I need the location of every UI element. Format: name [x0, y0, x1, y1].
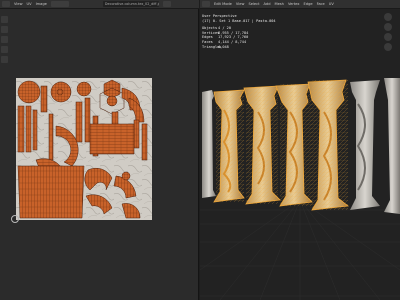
column-selected-1[interactable]: [213, 89, 245, 203]
cursor-tool-icon[interactable]: [1, 26, 8, 33]
menu-edge[interactable]: Edge: [304, 1, 313, 7]
stat-triangles: Triangles 4,048: [202, 44, 229, 49]
mode-selector[interactable]: Edit Mode: [214, 1, 232, 7]
menu-face[interactable]: Face: [317, 1, 325, 7]
column-unselected-right-1[interactable]: [350, 80, 380, 210]
zoom-icon[interactable]: [384, 13, 392, 21]
uv-2d-cursor[interactable]: [11, 215, 19, 223]
menu-mesh[interactable]: Mesh: [275, 1, 284, 7]
column-selected-3[interactable]: [275, 83, 313, 207]
viewport-overlay-stats: User Perspective (17) 0. Set 1 Base.017 …: [202, 14, 276, 49]
column-selected-4[interactable]: [307, 79, 350, 211]
menu-view[interactable]: View: [14, 1, 23, 7]
column-unselected-left[interactable]: [202, 90, 216, 198]
uv-editor-panel[interactable]: View UV Image Decorative.column.tex_02_d…: [0, 0, 199, 300]
sync-selection-toggle[interactable]: [50, 1, 69, 7]
grid-view-icon[interactable]: [384, 43, 392, 51]
menu-add[interactable]: Add: [264, 1, 271, 7]
move-tool-icon[interactable]: [1, 36, 8, 43]
editor-type-icon[interactable]: [2, 1, 10, 7]
3d-viewport-panel[interactable]: Edit Mode View Select Add Mesh Vertex Ed…: [200, 0, 400, 300]
navigation-gizmo: [378, 11, 398, 71]
select-tool-icon[interactable]: [1, 16, 8, 23]
column-unselected-right-2[interactable]: [384, 78, 400, 214]
active-object-name: (17) 0. Set 1 Base.017 | Pasta.004: [202, 18, 276, 23]
menu-image[interactable]: Image: [36, 1, 47, 7]
menu-select[interactable]: Select: [248, 1, 259, 7]
rotate-tool-icon[interactable]: [1, 46, 8, 53]
menu-view[interactable]: View: [236, 1, 245, 7]
uv-editor-header: View UV Image Decorative.column.tex_02_d…: [0, 0, 199, 9]
menu-uv[interactable]: UV: [27, 1, 32, 7]
menu-vertex[interactable]: Vertex: [288, 1, 300, 7]
scale-tool-icon[interactable]: [1, 56, 8, 63]
image-new-button[interactable]: [162, 1, 171, 7]
column-selected-2[interactable]: [243, 85, 281, 205]
menu-uv[interactable]: UV: [329, 1, 334, 7]
pan-hand-icon[interactable]: [384, 23, 392, 31]
viewport-header: Edit Mode View Select Add Mesh Vertex Ed…: [200, 0, 400, 9]
camera-icon[interactable]: [384, 33, 392, 41]
floor-grid: [200, 199, 400, 300]
uv-toolbar: [0, 10, 10, 130]
uv-texture-canvas[interactable]: [16, 78, 152, 220]
editor-type-icon[interactable]: [202, 1, 210, 7]
image-name-field[interactable]: Decorative.column.tex_02_diff.jpg.001: [102, 1, 159, 7]
